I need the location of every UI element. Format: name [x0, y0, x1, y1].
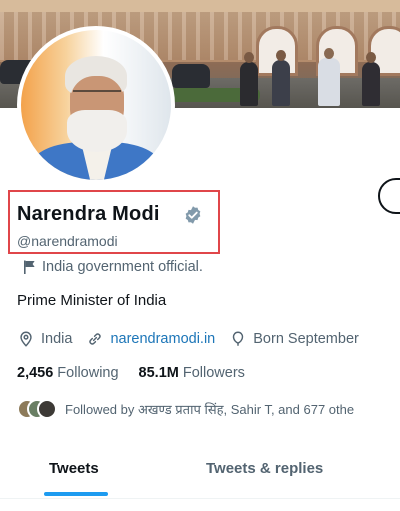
follower-avatar — [37, 399, 57, 419]
follow-button[interactable] — [378, 178, 400, 214]
follow-stats: 2,456 Following 85.1M Followers — [17, 365, 265, 381]
website-item[interactable]: narendramodi.in — [86, 330, 215, 348]
banner-person — [272, 60, 290, 106]
banner-person-head — [276, 50, 286, 61]
banner-car — [172, 64, 210, 88]
government-label[interactable]: India government official. — [22, 259, 203, 275]
government-label-text: India government official. — [42, 259, 203, 275]
followed-by-text: Followed by अखण्ड प्रताप सिंह, Sahir T, … — [65, 402, 355, 417]
tab-tweets-and-replies[interactable]: Tweets & replies — [206, 460, 323, 477]
profile-bio: Prime Minister of India — [17, 292, 167, 309]
verified-badge-icon[interactable] — [183, 205, 203, 225]
following-stat[interactable]: 2,456 Following — [17, 365, 119, 381]
birth-text: Born September — [253, 331, 359, 347]
display-name: Narendra Modi — [17, 203, 160, 225]
banner-person — [240, 62, 258, 106]
link-icon — [89, 333, 102, 345]
banner-person — [362, 62, 380, 106]
location-text: India — [41, 331, 73, 347]
profile-avatar[interactable] — [17, 26, 175, 184]
followers-stat[interactable]: 85.1M Followers — [139, 365, 245, 381]
banner-person-head — [366, 52, 376, 63]
followers-label: Followers — [182, 365, 245, 381]
banner-person-head — [244, 52, 254, 63]
profile-meta: India narendramodi.in Born September — [17, 330, 373, 348]
avatar-glasses — [73, 90, 121, 100]
website-link[interactable]: narendramodi.in — [110, 331, 215, 347]
followed-by[interactable]: Followed by अखण्ड प्रताप सिंह, Sahir T, … — [17, 399, 354, 419]
flag-icon — [24, 260, 35, 274]
profile-tabs: Tweets Tweets & replies — [0, 448, 400, 498]
following-count: 2,456 — [17, 365, 54, 381]
following-label: Following — [57, 365, 119, 381]
tabs-divider — [0, 498, 400, 499]
location-item: India — [17, 330, 72, 348]
banner-person-head — [324, 48, 334, 59]
follower-avatars — [17, 399, 57, 419]
banner-roof — [0, 0, 400, 12]
banner-person — [318, 58, 340, 106]
avatar-beard — [67, 110, 127, 152]
handle: @narendramodi — [17, 233, 118, 249]
tab-tweets[interactable]: Tweets — [49, 460, 99, 477]
followers-count: 85.1M — [138, 365, 179, 381]
active-tab-indicator — [44, 492, 108, 496]
location-pin-icon — [20, 331, 32, 347]
balloon-icon — [233, 331, 244, 346]
birth-item: Born September — [229, 330, 359, 348]
